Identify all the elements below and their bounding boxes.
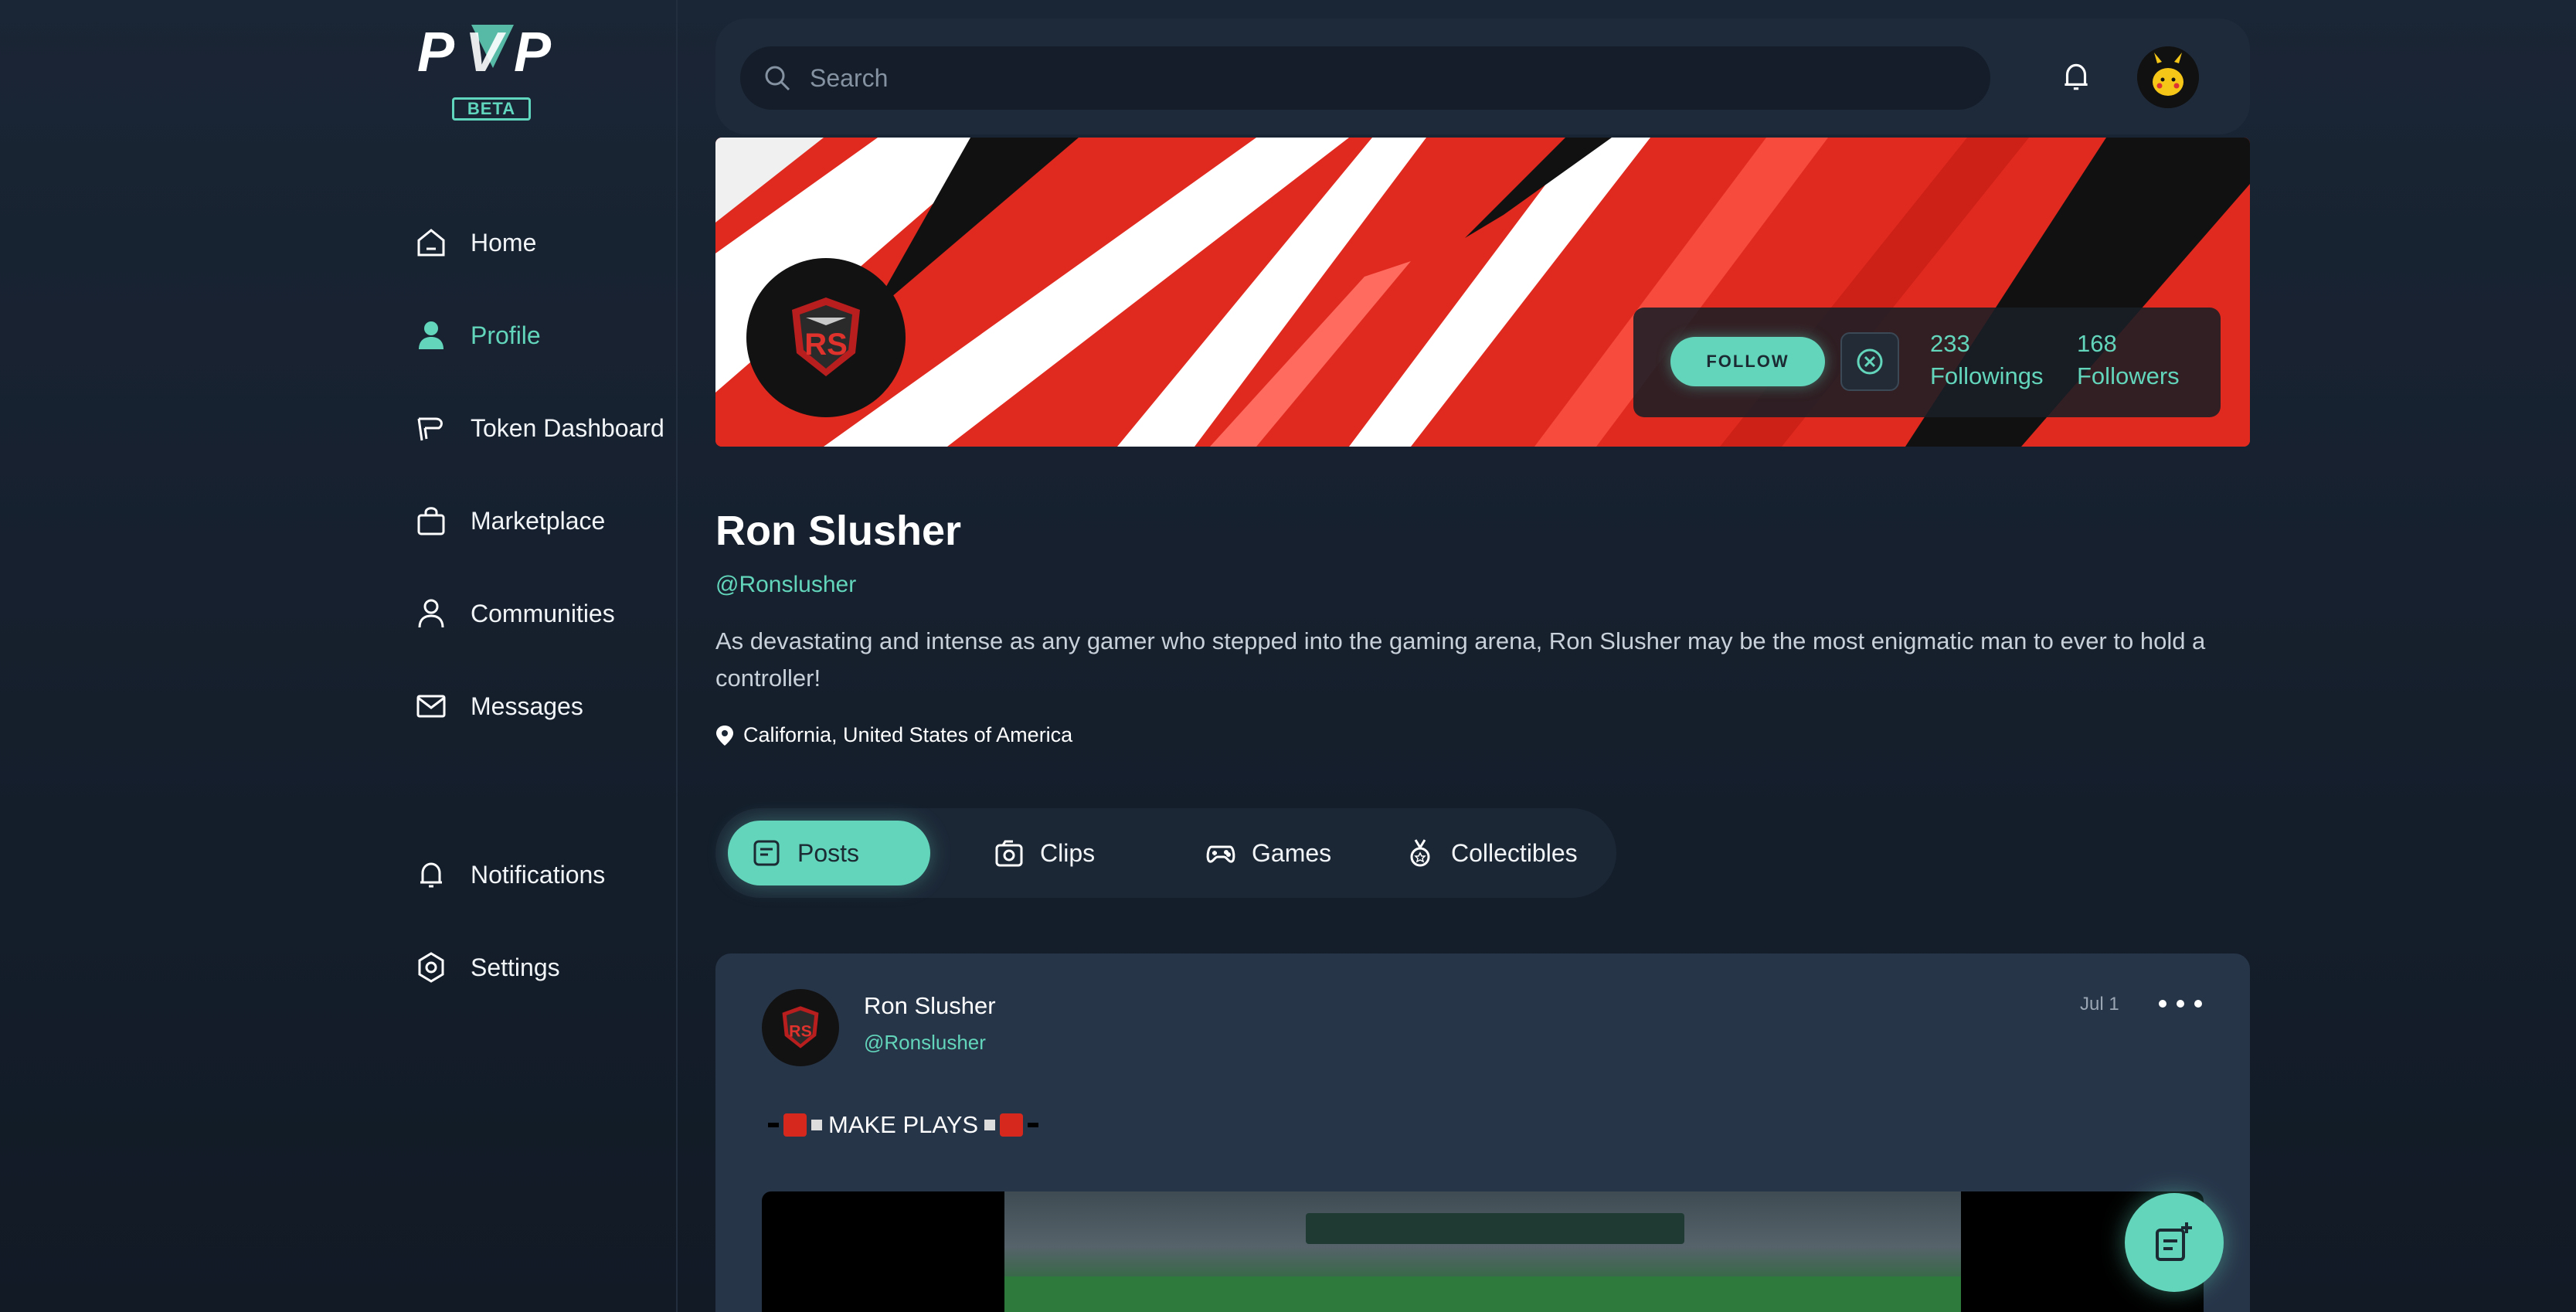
svg-text:V: V <box>465 23 507 83</box>
camera-icon <box>995 840 1023 867</box>
tab-clips[interactable]: Clips <box>970 821 1118 885</box>
svg-text:RS: RS <box>804 328 848 362</box>
profile-avatar[interactable]: RS <box>746 258 906 417</box>
profile-stats: FOLLOW 233 Followings 168 Followers <box>1633 308 2221 417</box>
user-icon <box>413 318 449 353</box>
sidebar-item-profile[interactable]: Profile <box>413 312 541 359</box>
sidebar-item-label: Messages <box>471 692 583 720</box>
sidebar-item-settings[interactable]: Settings <box>413 944 560 991</box>
followings-label: Followings <box>1930 362 2044 389</box>
location-pin-icon <box>716 725 733 746</box>
post-media[interactable] <box>762 1191 2204 1312</box>
followers-count: 168 <box>2077 330 2117 357</box>
beta-badge: BETA <box>452 97 531 121</box>
gear-icon <box>413 950 449 985</box>
followings-count: 233 <box>1930 330 1970 357</box>
sidebar-item-token-dashboard[interactable]: Token Dashboard <box>413 405 664 451</box>
user-avatar[interactable] <box>2137 46 2199 108</box>
post-handle[interactable]: @Ronslusher <box>864 1031 986 1055</box>
topbar <box>715 19 2250 134</box>
svg-text:P: P <box>514 23 552 83</box>
post-text-content: MAKE PLAYS <box>828 1111 979 1138</box>
sidebar-item-label: Token Dashboard <box>471 413 664 442</box>
sidebar-item-messages[interactable]: Messages <box>413 683 583 729</box>
sidebar: P V P BETA Home Profile Token Dashboard … <box>0 0 678 1312</box>
tab-games[interactable]: Games <box>1182 821 1354 885</box>
sidebar-item-label: Profile <box>471 321 541 349</box>
pvp-logo-icon: P V P <box>417 22 552 83</box>
post-card: RS Ron Slusher @Ronslusher Jul 1 MAKE PL… <box>715 953 2250 1312</box>
profile-handle[interactable]: @Ronslusher <box>715 572 856 598</box>
sidebar-item-label: Settings <box>471 953 560 981</box>
medal-icon <box>1410 839 1430 867</box>
sidebar-item-notifications[interactable]: Notifications <box>413 851 605 898</box>
field-graphic <box>1004 1276 1961 1312</box>
tab-label: Games <box>1252 838 1332 867</box>
rs-shield-icon: RS <box>792 297 860 376</box>
followings-stat[interactable]: 233 Followings <box>1930 328 2043 393</box>
sidebar-item-label: Notifications <box>471 860 606 889</box>
profile-location: California, United States of America <box>715 723 1072 747</box>
post-date: Jul 1 <box>2080 994 2119 1015</box>
followers-stat[interactable]: 168 Followers <box>2077 328 2180 393</box>
posts-icon <box>753 840 780 866</box>
tab-label: Posts <box>797 838 860 867</box>
search-input[interactable] <box>810 63 1891 93</box>
profile-name: Ron Slusher <box>715 508 962 554</box>
bell-icon <box>413 857 449 892</box>
sidebar-item-communities[interactable]: Communities <box>413 590 615 637</box>
create-post-button[interactable] <box>2125 1193 2224 1292</box>
tab-posts[interactable]: Posts <box>728 821 930 885</box>
profile-tabs: Posts Clips Games Collectibles <box>715 808 1616 898</box>
followers-label: Followers <box>2077 362 2180 389</box>
scoreboard-graphic <box>1306 1213 1684 1244</box>
sidebar-item-marketplace[interactable]: Marketplace <box>413 498 605 544</box>
location-text: California, United States of America <box>743 723 1073 746</box>
home-icon <box>413 225 449 260</box>
sidebar-item-label: Home <box>471 228 537 257</box>
profile-banner: RS FOLLOW 233 Followings 168 Followers <box>715 138 2250 447</box>
sidebar-item-label: Marketplace <box>471 506 606 535</box>
more-options-icon[interactable] <box>2159 992 2202 1015</box>
dismiss-button[interactable] <box>1840 332 1899 391</box>
avatar-pikachu-icon <box>2137 46 2199 108</box>
mail-icon <box>413 688 449 724</box>
svg-text:P: P <box>417 23 455 83</box>
sidebar-item-home[interactable]: Home <box>413 219 536 266</box>
search-icon <box>765 66 790 91</box>
sidebar-item-label: Communities <box>471 599 615 627</box>
pvp-logo[interactable]: P V P BETA <box>417 22 568 124</box>
rs-shield-icon: RS <box>782 1006 819 1049</box>
post-author[interactable]: Ron Slusher <box>864 992 996 1020</box>
tab-label: Collectibles <box>1451 838 1578 867</box>
search-bar[interactable] <box>740 46 1990 110</box>
game-screenshot <box>1004 1191 1961 1312</box>
svg-text:RS: RS <box>789 1022 812 1041</box>
profile-bio: As devastating and intense as any gamer … <box>715 627 2206 692</box>
person-icon <box>413 596 449 631</box>
follow-button[interactable]: FOLLOW <box>1670 337 1825 386</box>
token-icon <box>413 410 449 446</box>
tab-label: Clips <box>1040 838 1096 867</box>
bag-icon <box>413 503 449 539</box>
tab-collectibles[interactable]: Collectibles <box>1381 821 1601 885</box>
notifications-bell-icon[interactable] <box>2058 59 2094 94</box>
post-text: MAKE PLAYS <box>768 1111 1039 1139</box>
post-avatar[interactable]: RS <box>762 989 839 1066</box>
new-post-icon <box>2156 1222 2192 1261</box>
close-circle-icon <box>1857 348 1883 375</box>
gamepad-icon <box>1206 845 1235 863</box>
